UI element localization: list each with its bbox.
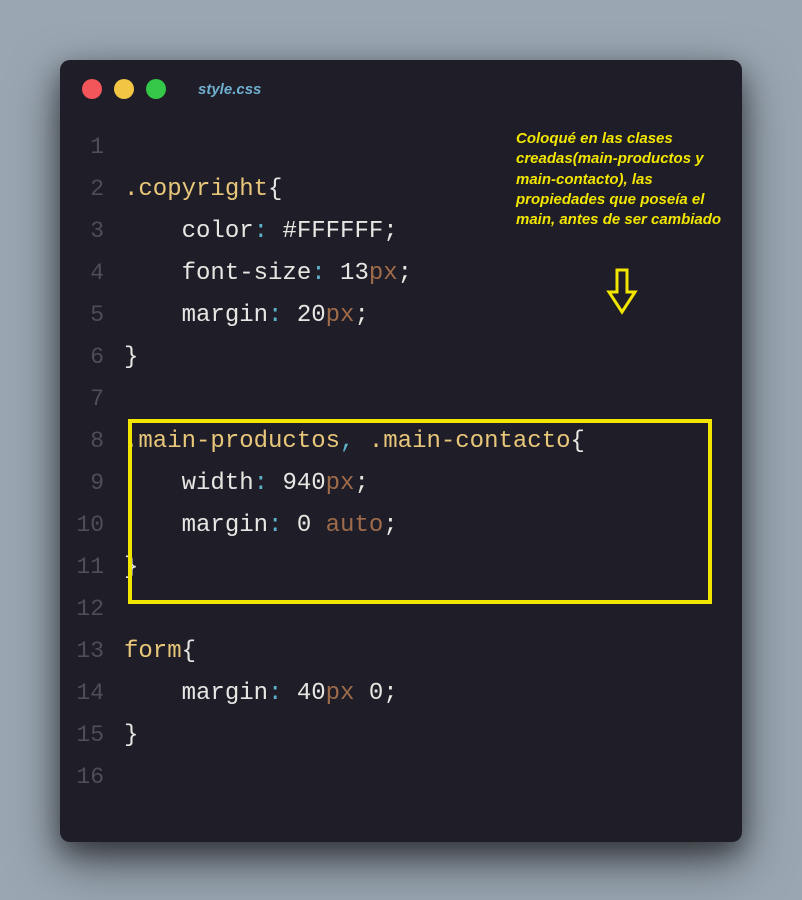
line-number: 9: [60, 462, 124, 504]
line-number: 5: [60, 294, 124, 336]
code-line: 13form{: [60, 630, 742, 672]
line-number: 6: [60, 336, 124, 378]
window-minimize-icon[interactable]: [114, 79, 134, 99]
line-number: 16: [60, 756, 124, 798]
code-area: Coloqué en las clases creadas(main-produ…: [60, 118, 742, 798]
code-line: 8.main-productos, .main-contacto{: [60, 420, 742, 462]
line-number: 8: [60, 420, 124, 462]
code-line: 6}: [60, 336, 742, 378]
line-number: 3: [60, 210, 124, 252]
code-line: 9 width: 940px;: [60, 462, 742, 504]
code-line: 4 font-size: 13px;: [60, 252, 742, 294]
line-number: 12: [60, 588, 124, 630]
code-line: 14 margin: 40px 0;: [60, 672, 742, 714]
annotation-text: Coloqué en las clases creadas(main-produ…: [516, 129, 732, 230]
line-number: 14: [60, 672, 124, 714]
code-line: 12: [60, 588, 742, 630]
filename-label: style.css: [198, 81, 261, 98]
line-number: 11: [60, 546, 124, 588]
window-titlebar: style.css: [60, 60, 742, 118]
code-line: 11}: [60, 546, 742, 588]
code-editor-window: style.css Coloqué en las clases creadas(…: [60, 60, 742, 842]
line-number: 15: [60, 714, 124, 756]
code-line: 7: [60, 378, 742, 420]
line-number: 7: [60, 378, 124, 420]
code-line: 16: [60, 756, 742, 798]
arrow-down-icon: [605, 268, 639, 321]
window-close-icon[interactable]: [82, 79, 102, 99]
line-number: 4: [60, 252, 124, 294]
window-maximize-icon[interactable]: [146, 79, 166, 99]
line-number: 10: [60, 504, 124, 546]
code-line: 5 margin: 20px;: [60, 294, 742, 336]
line-number: 13: [60, 630, 124, 672]
code-line: 15}: [60, 714, 742, 756]
line-number: 2: [60, 168, 124, 210]
line-number: 1: [60, 126, 124, 168]
code-line: 10 margin: 0 auto;: [60, 504, 742, 546]
